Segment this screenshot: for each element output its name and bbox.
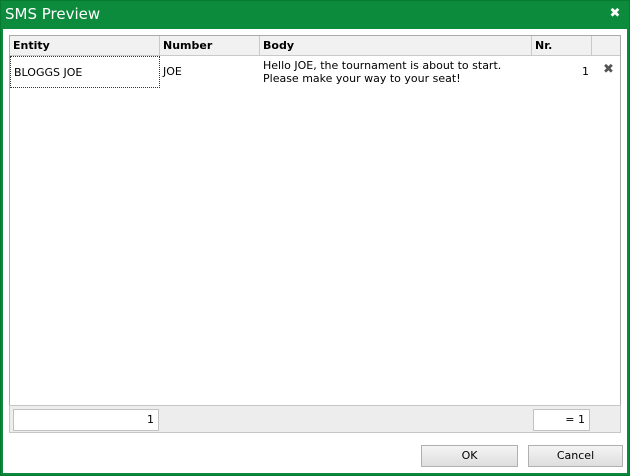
cell-nr[interactable]: 1 — [532, 56, 592, 88]
nr-value: 1 — [582, 65, 589, 78]
row-count-summary: 1 — [13, 409, 159, 431]
entity-value: BLOGGS JOE — [14, 66, 83, 79]
body-value: Hello JOE, the tournament is about to st… — [263, 59, 502, 85]
delete-row-icon[interactable]: ✖ — [603, 63, 614, 76]
grid-footer: 1 = 1 — [9, 405, 621, 433]
column-header-body[interactable]: Body — [260, 36, 532, 55]
cell-body[interactable]: Hello JOE, the tournament is about to st… — [260, 56, 532, 88]
ok-button[interactable]: OK — [421, 445, 518, 467]
sms-grid: Entity Number Body Nr. BLOGGS JOE JOE He… — [9, 35, 621, 431]
cell-number[interactable]: JOE — [160, 56, 260, 88]
grid-header: Entity Number Body Nr. — [10, 36, 620, 56]
cancel-button[interactable]: Cancel — [528, 445, 623, 467]
window-title: SMS Preview — [5, 5, 101, 23]
title-bar[interactable]: SMS Preview ✖ — [1, 1, 629, 29]
cell-entity[interactable]: BLOGGS JOE — [10, 56, 160, 88]
column-header-entity[interactable]: Entity — [10, 36, 160, 55]
number-value: JOE — [163, 65, 182, 78]
table-row[interactable]: BLOGGS JOE JOE Hello JOE, the tournament… — [10, 56, 620, 88]
column-header-number[interactable]: Number — [160, 36, 260, 55]
column-header-nr[interactable]: Nr. — [532, 36, 592, 55]
nr-sum-summary: = 1 — [533, 409, 590, 431]
close-icon[interactable]: ✖ — [609, 7, 621, 21]
sms-preview-window: SMS Preview ✖ Entity Number Body Nr. BLO… — [0, 0, 630, 476]
dialog-body: Entity Number Body Nr. BLOGGS JOE JOE He… — [3, 29, 627, 473]
